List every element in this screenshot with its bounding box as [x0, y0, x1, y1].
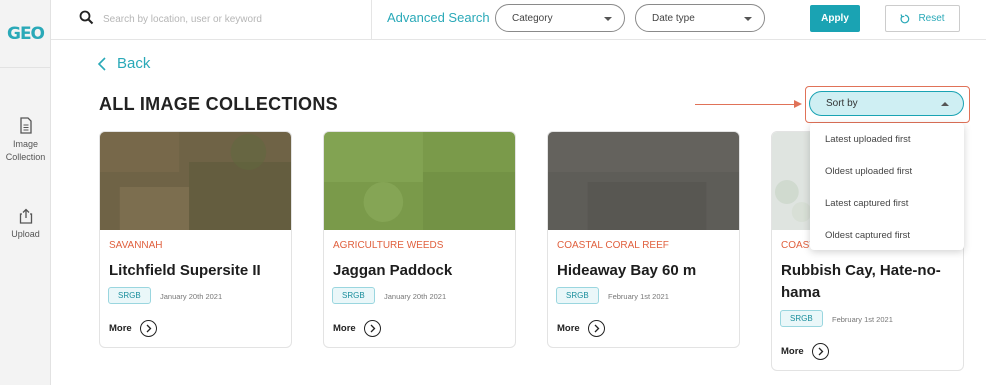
date-type-dropdown[interactable]: Date type — [635, 4, 765, 32]
card-title: Litchfield Supersite II — [109, 262, 261, 279]
chevron-down-icon — [604, 17, 612, 21]
more-link[interactable]: More — [557, 320, 605, 337]
sort-option-oldest-uploaded[interactable]: Oldest uploaded first — [825, 166, 912, 177]
sidebar: GEO Image Collection Upload — [0, 0, 51, 385]
advanced-search-link[interactable]: Advanced Search — [387, 10, 490, 25]
reset-button-label: Reset — [918, 13, 945, 24]
chevron-down-icon — [744, 17, 752, 21]
annotation-arrow-head — [794, 100, 802, 108]
sort-menu: Latest uploaded first Oldest uploaded fi… — [810, 123, 964, 250]
divider — [371, 0, 372, 40]
card-badge: SRGB — [780, 310, 823, 327]
search-input[interactable] — [103, 9, 358, 29]
card-title: Rubbish Cay, Hate-no-hama — [781, 262, 941, 301]
card-date: January 20th 2021 — [384, 292, 447, 301]
more-link[interactable]: More — [781, 343, 829, 360]
collection-card[interactable]: AGRICULTURE WEEDS Jaggan Paddock SRGB Ja… — [323, 131, 516, 348]
category-dropdown-label: Category — [512, 12, 553, 24]
reset-button[interactable]: Reset — [885, 5, 960, 32]
sort-by-label: Sort by — [826, 98, 858, 109]
card-category: COASTAL CORAL REEF — [557, 240, 669, 251]
logo[interactable]: GEO — [0, 0, 51, 68]
back-link[interactable]: Back — [97, 55, 150, 72]
card-category: SAVANNAH — [109, 240, 163, 251]
card-date: February 1st 2021 — [832, 315, 893, 324]
collection-thumbnail — [324, 132, 515, 230]
top-bar: Advanced Search Category Date type Apply… — [51, 0, 986, 40]
card-badge: SRGB — [556, 287, 599, 304]
card-badge: SRGB — [108, 287, 151, 304]
sidebar-item-image-collection[interactable]: Image Collection — [0, 117, 51, 164]
chevron-up-icon — [941, 102, 949, 106]
card-date: January 20th 2021 — [160, 292, 223, 301]
more-label: More — [557, 323, 580, 334]
sidebar-item-label: Upload — [11, 229, 40, 239]
chevron-left-icon — [97, 56, 106, 71]
reset-icon — [900, 13, 910, 23]
more-link[interactable]: More — [333, 320, 381, 337]
chevron-right-icon — [363, 320, 381, 337]
card-date: February 1st 2021 — [608, 292, 669, 301]
sort-option-oldest-captured[interactable]: Oldest captured first — [825, 230, 910, 241]
more-label: More — [109, 323, 132, 334]
more-link[interactable]: More — [109, 320, 157, 337]
sidebar-item-upload[interactable]: Upload — [0, 208, 51, 241]
sort-option-latest-captured[interactable]: Latest captured first — [825, 198, 908, 209]
apply-button[interactable]: Apply — [810, 5, 860, 32]
chevron-right-icon — [587, 320, 605, 337]
collection-thumbnail — [100, 132, 291, 230]
document-icon — [19, 117, 32, 134]
sidebar-item-label: Collection — [5, 152, 46, 162]
upload-icon — [19, 208, 32, 224]
more-label: More — [781, 346, 804, 357]
page-title: ALL IMAGE COLLECTIONS — [99, 94, 338, 114]
collection-card[interactable]: SAVANNAH Litchfield Supersite II SRGB Ja… — [99, 131, 292, 348]
sidebar-item-label: Image — [12, 139, 38, 149]
collection-card[interactable]: COASTAL CORAL REEF Hideaway Bay 60 m SRG… — [547, 131, 740, 348]
back-label: Back — [117, 55, 151, 72]
chevron-right-icon — [139, 320, 157, 337]
sort-by-dropdown[interactable]: Sort by — [809, 91, 964, 116]
card-category: AGRICULTURE WEEDS — [333, 240, 444, 251]
category-dropdown[interactable]: Category — [495, 4, 625, 32]
collection-thumbnail — [548, 132, 739, 230]
search-icon — [79, 10, 94, 25]
logo-text: GEO — [6, 23, 45, 44]
card-title: Jaggan Paddock — [333, 262, 453, 279]
chevron-right-icon — [811, 343, 829, 360]
card-badge: SRGB — [332, 287, 375, 304]
sort-option-latest-uploaded[interactable]: Latest uploaded first — [825, 134, 911, 145]
date-type-dropdown-label: Date type — [652, 12, 695, 24]
card-title: Hideaway Bay 60 m — [557, 262, 697, 279]
more-label: More — [333, 323, 356, 334]
annotation-arrow — [695, 104, 795, 105]
